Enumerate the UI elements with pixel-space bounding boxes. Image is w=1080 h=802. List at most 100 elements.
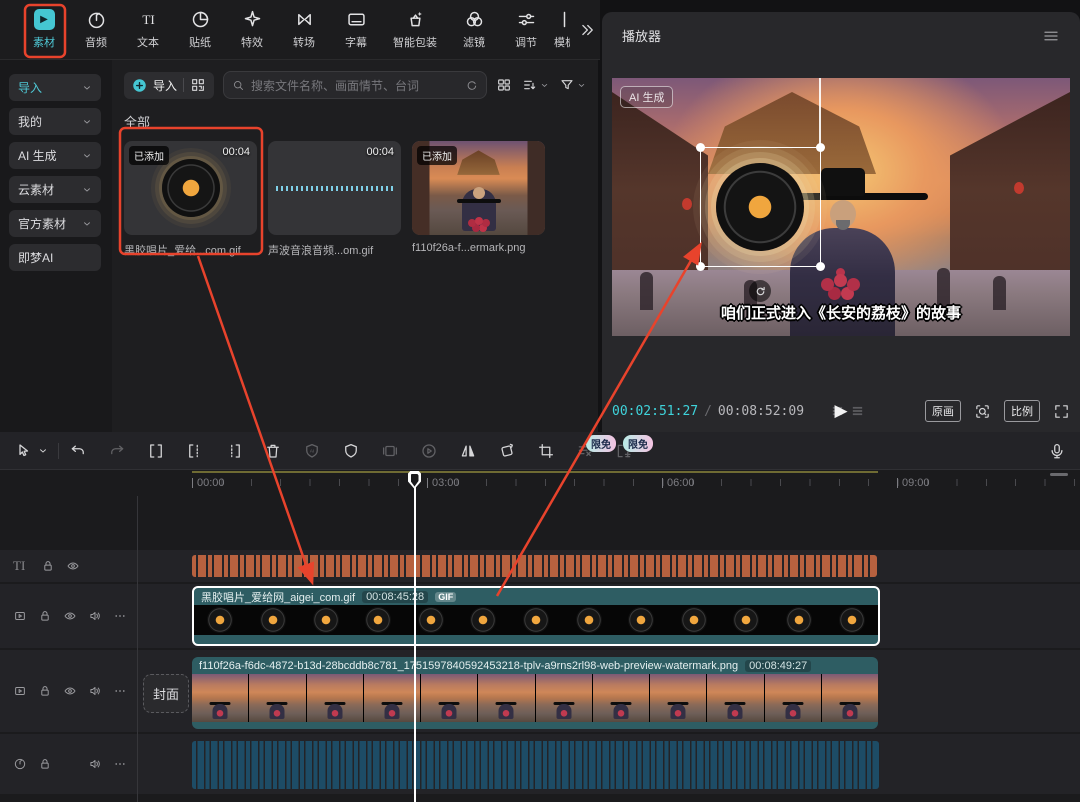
gif-frame [786,607,812,633]
record-voice-icon[interactable] [1048,442,1066,460]
fullscreen-icon[interactable] [1053,403,1070,420]
tab-audio[interactable]: 音频 [70,0,122,59]
sidebar-item-即梦AI[interactable]: 即梦AI [9,244,101,271]
limited-free-badge: 限免 [586,435,616,452]
visibility-icon[interactable] [66,559,80,573]
zoom-fit-icon[interactable] [974,403,991,420]
timeline-panel: AI 限免 限免 00:0003:0006:0009:00 [0,432,1080,802]
undo-icon[interactable] [69,442,87,460]
selection-box[interactable] [700,147,821,267]
more-options-icon[interactable] [113,684,127,698]
split-keep-left-icon[interactable] [186,442,204,460]
crop-icon[interactable] [537,442,555,460]
transition-icon [294,9,315,30]
subtitle-clips-strip[interactable] [192,555,877,577]
tab-transition[interactable]: 转场 [278,0,330,59]
lock-icon[interactable] [38,684,52,698]
sort-button[interactable] [522,77,549,93]
media-item-0[interactable]: 已添加00:04黑胶唱片_爱给...com.gif [124,141,257,258]
media-item-2[interactable]: 已添加f110f26a-f...ermark.png [412,141,545,258]
tab-sticker[interactable]: 贴纸 [174,0,226,59]
mute-icon[interactable] [88,757,102,771]
more-options-icon[interactable] [113,757,127,771]
chevron-down-icon [82,117,92,127]
handle-bottom-left[interactable] [696,262,705,271]
split-icon[interactable] [147,442,165,460]
handle-top-left[interactable] [696,143,705,152]
section-all-label[interactable]: 全部 [124,112,598,131]
smartpack-icon [405,9,426,30]
handle-bottom-right[interactable] [816,262,825,271]
tab-adjust[interactable]: 调节 [500,0,552,59]
redo-icon[interactable] [108,442,126,460]
audio-clips-strip[interactable] [192,741,879,789]
cover-button[interactable]: 封面 [143,674,189,713]
refresh-icon[interactable] [465,79,478,92]
import-button[interactable]: 导入 [124,72,214,99]
original-quality-button[interactable]: 原画 [925,400,961,422]
search-input[interactable]: 搜索文件名称、画面情节、台词 [223,71,487,99]
tab-label: 转场 [293,34,315,50]
sidebar-item-官方素材[interactable]: 官方素材 [9,210,101,237]
media-thumbnail[interactable]: 已添加00:04 [124,141,257,235]
filter-button[interactable] [559,77,586,93]
smart-keying-icon[interactable]: AI [303,442,321,460]
play-button[interactable]: ▶ [834,401,847,421]
scrollbar-hint[interactable] [1050,473,1068,476]
tab-caption[interactable]: 字幕 [330,0,382,59]
mute-icon[interactable] [88,684,102,698]
tab-smartpack[interactable]: 智能包装 [382,0,448,59]
more-options-icon[interactable] [113,609,127,623]
media-thumbnail[interactable]: 00:04 [268,141,401,235]
top-toolbar: ▶素材音频TI文本贴纸特效转场字幕智能包装滤镜调节模板 [0,0,600,60]
media-item-1[interactable]: 00:04 声波音浪音频...om.gif [268,141,401,258]
image-clip[interactable]: f110f26a-f6dc-4872-b13d-28bcddb8c781_175… [192,657,878,729]
sidebar-item-云素材[interactable]: 云素材 [9,176,101,203]
timeline-ruler[interactable]: 00:0003:0006:0009:00 [0,470,1080,498]
tab-template[interactable]: 模板 [552,0,570,59]
split-keep-right-icon[interactable] [225,442,243,460]
grid-view-button[interactable] [496,77,512,93]
sidebar-item-我的[interactable]: 我的 [9,108,101,135]
ratio-button[interactable]: 比例 [1004,400,1040,422]
tab-material[interactable]: ▶素材 [18,0,70,59]
more-tabs-button[interactable] [574,21,600,39]
sidebar-item-导入[interactable]: 导入 [9,74,101,101]
image-frame [478,674,534,722]
overlay-icon[interactable] [381,442,399,460]
chevron-down-icon [577,81,586,90]
gif-clip[interactable]: 黑胶唱片_爱给网_aigei_com.gif 00:08:45:28 GIF [192,586,880,646]
media-filename: 声波音浪音频...om.gif [268,242,401,258]
track-header-divider [137,496,138,802]
lock-icon[interactable] [41,559,55,573]
media-thumbnail[interactable]: 已添加 [412,141,545,235]
list-grid-icon[interactable] [850,404,865,418]
delete-icon[interactable] [264,442,282,460]
rotate-clip-icon[interactable] [498,442,516,460]
mirror-flip-icon[interactable] [459,442,477,460]
qr-code-icon[interactable] [190,77,206,93]
playhead-line[interactable] [414,471,416,802]
select-tool-icon[interactable] [14,442,32,460]
preview-play-icon[interactable] [420,442,438,460]
visibility-icon[interactable] [63,609,77,623]
video-preview[interactable]: AI 生成 咱们正式进入《长安的荔枝》的故事 [612,78,1070,336]
player-menu-icon[interactable] [1042,27,1060,45]
rotate-handle[interactable] [749,280,771,302]
player-panel: 播放器 [602,12,1080,432]
sidebar-item-AI 生成[interactable]: AI 生成 [9,142,101,169]
audio-track-icon [13,757,27,771]
chevron-down-icon[interactable] [38,446,48,456]
player-title: 播放器 [622,26,661,45]
video-track-icon [13,609,27,623]
visibility-icon[interactable] [63,684,77,698]
lock-icon[interactable] [38,757,52,771]
tab-fx[interactable]: 特效 [226,0,278,59]
mute-icon[interactable] [88,609,102,623]
mask-icon[interactable] [342,442,360,460]
svg-text:AI: AI [310,448,315,454]
tab-filter[interactable]: 滤镜 [448,0,500,59]
tab-text[interactable]: TI文本 [122,0,174,59]
rotate-icon [754,285,767,298]
lock-icon[interactable] [38,609,52,623]
